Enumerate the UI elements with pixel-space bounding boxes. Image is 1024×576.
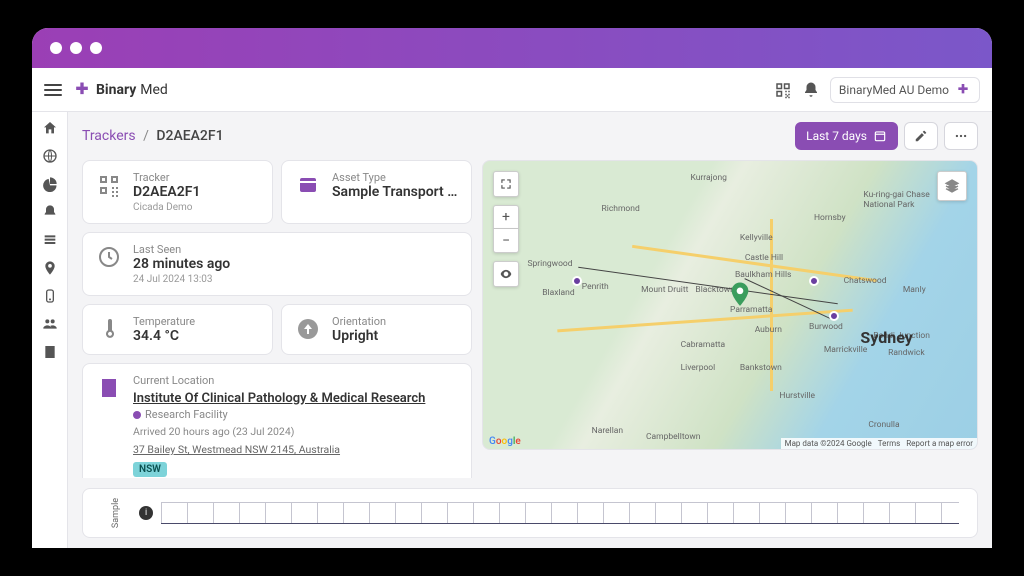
track-point[interactable] (809, 276, 819, 286)
calendar-icon (873, 129, 887, 143)
chart-pie-icon[interactable] (42, 176, 58, 192)
track-point[interactable] (829, 311, 839, 321)
chart-grid (161, 502, 959, 524)
building-icon[interactable] (42, 344, 58, 360)
brand-logo[interactable]: BinaryMed (72, 80, 168, 100)
more-button[interactable] (944, 122, 978, 150)
temperature-card: Temperature 34.4 °C (82, 304, 273, 355)
chart-y-label: Sample (111, 498, 121, 528)
map-terms-link[interactable]: Terms (878, 439, 900, 448)
home-icon[interactable] (42, 120, 58, 136)
date-range-button[interactable]: Last 7 days (795, 122, 898, 150)
layers-button[interactable] (937, 171, 967, 201)
traffic-light-dot[interactable] (90, 42, 102, 54)
traffic-light-dot[interactable] (70, 42, 82, 54)
zoom-out-button[interactable]: − (493, 229, 519, 253)
state-tag: NSW (133, 462, 167, 477)
track-point[interactable] (572, 276, 582, 286)
last-seen-card: Last Seen 28 minutes ago 24 Jul 2024 13:… (82, 232, 472, 296)
side-nav (32, 112, 68, 548)
map-provider-logo: Google (489, 436, 521, 447)
device-icon[interactable] (42, 288, 58, 304)
breadcrumb-root[interactable]: Trackers (82, 128, 136, 144)
timeline-chart[interactable]: Sample i (82, 488, 978, 538)
bell-icon[interactable] (802, 81, 820, 99)
orientation-card: Orientation Upright (281, 304, 472, 355)
fullscreen-icon (499, 177, 513, 191)
arrow-up-icon (294, 315, 322, 343)
menu-toggle-button[interactable] (44, 84, 62, 96)
visibility-toggle[interactable] (493, 261, 519, 287)
facility-bullet (133, 411, 141, 419)
map-report-link[interactable]: Report a map error (906, 439, 973, 448)
map-attribution: Map data ©2024 Google Terms Report a map… (781, 438, 977, 449)
list-icon[interactable] (42, 232, 58, 248)
dots-icon (954, 129, 968, 143)
location-card: Current Location Institute Of Clinical P… (82, 363, 472, 478)
qr-icon (95, 171, 123, 199)
fullscreen-button[interactable] (493, 171, 519, 197)
info-icon[interactable]: i (139, 506, 153, 520)
building-icon (95, 374, 123, 402)
location-name-link[interactable]: Institute Of Clinical Pathology & Medica… (133, 391, 425, 406)
pin-icon[interactable] (42, 260, 58, 276)
traffic-light-dot[interactable] (50, 42, 62, 54)
thermometer-icon (95, 315, 123, 343)
breadcrumb-current: D2AEA2F1 (156, 128, 223, 144)
layers-icon (944, 178, 960, 194)
package-icon (294, 171, 322, 199)
brand-small-icon (955, 82, 971, 98)
clock-icon (95, 243, 123, 271)
asset-type-card[interactable]: Asset Type Sample Transport Contai... (281, 160, 472, 224)
edit-button[interactable] (904, 122, 938, 150)
map-view[interactable]: Kurrajong Richmond Springwood Blaxland P… (482, 160, 978, 450)
city-label: Sydney (860, 328, 912, 347)
top-bar: BinaryMed BinaryMed AU Demo (32, 68, 992, 112)
window-titlebar (32, 28, 992, 68)
brand-icon (72, 80, 92, 100)
map-marker[interactable] (730, 282, 750, 308)
users-icon[interactable] (42, 316, 58, 332)
bell-icon[interactable] (42, 204, 58, 220)
pencil-icon (914, 129, 928, 143)
globe-icon[interactable] (42, 148, 58, 164)
user-chip[interactable]: BinaryMed AU Demo (830, 77, 980, 103)
tracker-card[interactable]: Tracker D2AEA2F1 Cicada Demo (82, 160, 273, 224)
location-address-link[interactable]: 37 Bailey St, Westmead NSW 2145, Austral… (133, 443, 340, 456)
qr-icon[interactable] (774, 81, 792, 99)
breadcrumb: Trackers / D2AEA2F1 (82, 128, 224, 144)
eye-icon (499, 267, 513, 281)
zoom-in-button[interactable]: + (493, 205, 519, 229)
